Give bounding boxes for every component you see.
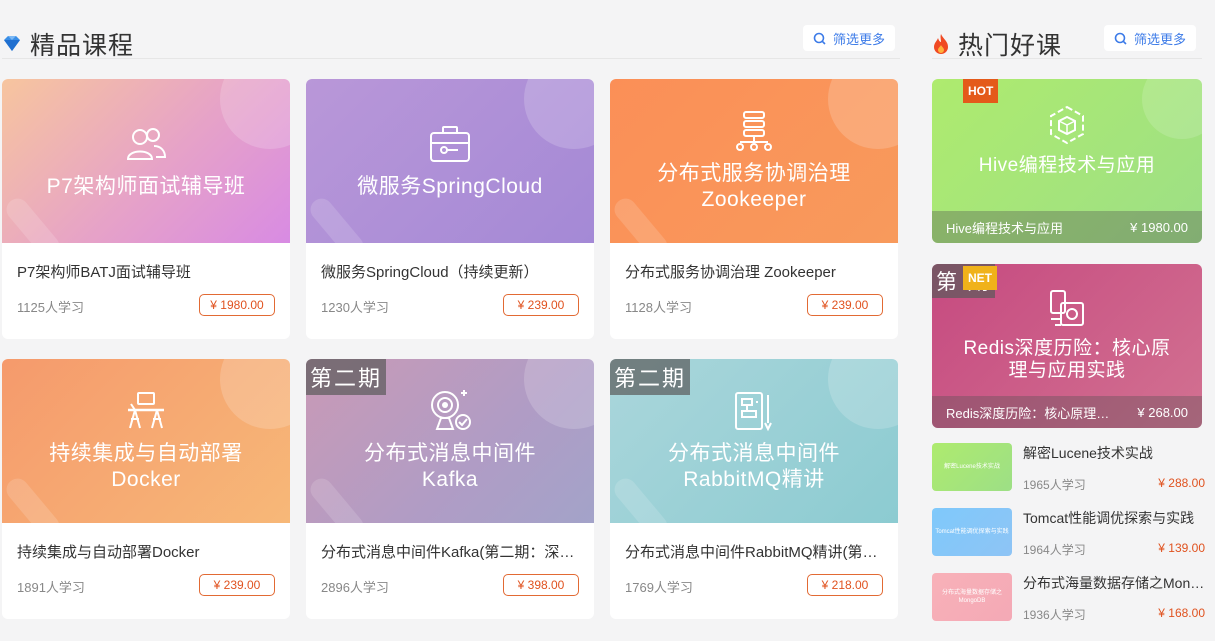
diamond-icon	[4, 36, 20, 51]
hot-course-price: ¥ 1980.00	[1130, 219, 1188, 235]
banner-title: Redis深度历险：核心原 理与应用实践	[963, 338, 1171, 381]
period-tag: 第二期	[610, 359, 691, 395]
course-card[interactable]: 持续集成与自动部署 Docker 持续集成与自动部署Docker 1891人学习…	[2, 359, 290, 619]
banner-title: 分布式消息中间件 Kafka	[364, 442, 536, 491]
section-header-featured: 精品课程	[2, 26, 134, 62]
list-title[interactable]: Tomcat性能调优探索与实践	[1023, 508, 1207, 528]
search-icon	[1114, 32, 1127, 45]
learner-count: 1128人学习	[625, 300, 692, 315]
hot-course-price: ¥ 268.00	[1137, 404, 1188, 420]
filter-label: 筛选更多	[1134, 31, 1187, 47]
price: ¥ 288.00	[1158, 476, 1205, 490]
period-tag: 第二期	[306, 359, 387, 395]
hot-caption: Redis深度历险：核心原理与应用实践 ¥ 268.00	[932, 396, 1202, 428]
learner-count: 1965人学习	[1023, 478, 1086, 492]
learner-count: 1769人学习	[625, 580, 693, 595]
learner-count: 1891人学习	[17, 580, 85, 595]
list-thumb: 分布式海量数据存储之MongoDB	[932, 573, 1012, 621]
hot-course-card[interactable]: 第 期 NET Redis深度历险：核心原 理与应用实践 Redis深度历险：核…	[932, 264, 1202, 428]
banner-title: Hive编程技术与应用	[978, 155, 1156, 176]
price-badge: ¥ 1980.00	[199, 294, 275, 316]
course-title[interactable]: 分布式服务协调治理 Zookeeper	[625, 261, 885, 282]
course-title[interactable]: 分布式消息中间件Kafka(第二期：深入内核源码)	[321, 541, 581, 562]
list-title[interactable]: 解密Lucene技术实战	[1023, 443, 1207, 463]
net-badge: NET	[963, 266, 997, 290]
course-banner: 微服务SpringCloud	[306, 79, 594, 243]
course-banner: 第二期 分布式消息中间件 RabbitMQ精讲	[610, 359, 898, 523]
learner-count: 1964人学习	[1023, 543, 1086, 557]
filter-more-button[interactable]: 筛选更多	[803, 25, 896, 51]
section-title: 精品课程	[30, 32, 135, 60]
course-banner: 分布式服务协调治理 Zookeeper	[610, 79, 898, 243]
webcam-icon	[431, 390, 471, 430]
desk-icon	[128, 392, 164, 429]
course-card[interactable]: 第二期 分布式消息中间件 RabbitMQ精讲 分布式消息中间件RabbitMQ…	[610, 359, 898, 619]
hot-course-card[interactable]: HOT Hive编程技术与应用 Hive编程技术与应用 ¥ 1980.00	[932, 79, 1202, 243]
banner-title: 持续集成与自动部署 Docker	[49, 442, 243, 491]
course-title[interactable]: 微服务SpringCloud（持续更新）	[321, 261, 581, 282]
learner-count: 1125人学习	[17, 300, 84, 315]
price-badge: ¥ 218.00	[807, 574, 883, 596]
toolbox-icon	[430, 126, 470, 162]
price-badge: ¥ 398.00	[503, 574, 579, 596]
learner-count: 2896人学习	[321, 580, 389, 595]
fire-icon	[934, 34, 948, 54]
divider	[932, 58, 1202, 59]
course-card[interactable]: P7架构师面试辅导班 P7架构师BATJ面试辅导班 1125人学习 ¥ 1980…	[2, 79, 290, 339]
price-badge: ¥ 239.00	[503, 294, 579, 316]
hot-badge: HOT	[963, 79, 999, 103]
banner-title: 微服务SpringCloud	[357, 175, 543, 198]
list-item[interactable]: 分布式海量数据存储之MongoDB 分布式海量数据存储之MongoDB 1936…	[932, 573, 1207, 622]
course-title[interactable]: P7架构师BATJ面试辅导班	[17, 261, 277, 282]
banner-title: P7架构师面试辅导班	[46, 175, 246, 198]
course-banner: 第二期 分布式消息中间件 Kafka	[306, 359, 594, 523]
search-icon	[813, 32, 826, 45]
device-gear-icon	[1050, 290, 1084, 326]
course-banner: HOT Hive编程技术与应用 Hive编程技术与应用 ¥ 1980.00	[932, 79, 1202, 243]
course-card[interactable]: 第二期 分布式消息中间件 Kafka 分布式消息中间件Kafka(第二期：深入内…	[306, 359, 594, 619]
course-banner: 第 期 NET Redis深度历险：核心原 理与应用实践 Redis深度历险：核…	[932, 264, 1202, 428]
course-card[interactable]: 微服务SpringCloud 微服务SpringCloud（持续更新） 1230…	[306, 79, 594, 339]
price: ¥ 168.00	[1158, 606, 1205, 620]
learner-count: 1230人学习	[321, 300, 389, 315]
price: ¥ 139.00	[1158, 541, 1205, 555]
hot-course-title: Redis深度历险：核心原理与应用实践	[946, 405, 1121, 421]
list-item[interactable]: Tomcat性能调优探索与实践 Tomcat性能调优探索与实践 1964人学习 …	[932, 508, 1205, 557]
list-item[interactable]: 解密Lucene技术实战 解密Lucene技术实战 1965人学习 ¥ 288.…	[932, 443, 1205, 492]
flowchart-icon	[735, 392, 772, 432]
server-tree-icon	[736, 111, 772, 151]
course-banner: 持续集成与自动部署 Docker	[2, 359, 290, 523]
filter-label: 筛选更多	[833, 31, 886, 47]
list-title[interactable]: 分布式海量数据存储之MongoDB	[1023, 573, 1207, 593]
hexagon-cube-icon	[1050, 105, 1084, 145]
list-thumb: Tomcat性能调优探索与实践	[932, 508, 1012, 556]
users-icon	[126, 128, 167, 160]
learner-count: 1936人学习	[1023, 608, 1086, 622]
filter-more-hot-button[interactable]: 筛选更多	[1104, 25, 1197, 51]
list-thumb: 解密Lucene技术实战	[932, 443, 1012, 491]
hot-caption: Hive编程技术与应用 ¥ 1980.00	[932, 211, 1202, 243]
hot-course-title: Hive编程技术与应用	[946, 220, 1064, 236]
course-card[interactable]: 分布式服务协调治理 Zookeeper 分布式服务协调治理 Zookeeper …	[610, 79, 898, 339]
divider	[2, 58, 900, 59]
section-header-hot: 热门好课	[932, 26, 1062, 62]
course-title[interactable]: 持续集成与自动部署Docker	[17, 541, 277, 562]
course-banner: P7架构师面试辅导班	[2, 79, 290, 243]
banner-title: 分布式消息中间件 RabbitMQ精讲	[668, 442, 840, 491]
course-title[interactable]: 分布式消息中间件RabbitMQ精讲(第二期)	[625, 541, 885, 562]
banner-title: 分布式服务协调治理 Zookeeper	[657, 162, 851, 211]
section-title: 热门好课	[958, 32, 1063, 60]
price-badge: ¥ 239.00	[807, 294, 883, 316]
price-badge: ¥ 239.00	[199, 574, 275, 596]
